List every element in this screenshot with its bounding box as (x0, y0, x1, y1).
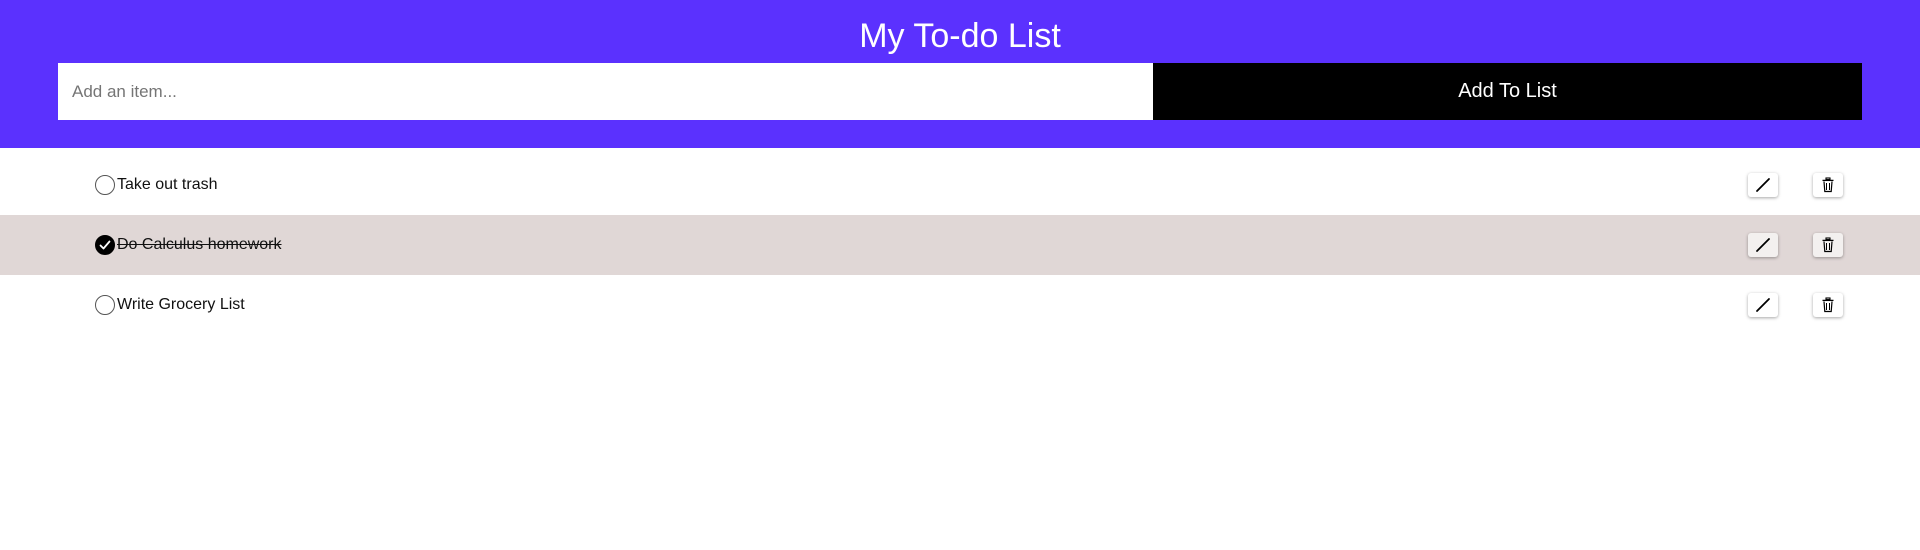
pencil-icon (1756, 178, 1770, 192)
trash-icon (1822, 177, 1834, 193)
todo-item-text: Take out trash (117, 176, 218, 193)
edit-button[interactable] (1748, 233, 1778, 257)
todo-item: Do Calculus homework (0, 215, 1920, 275)
checkmark-icon (99, 240, 111, 250)
edit-button[interactable] (1748, 173, 1778, 197)
edit-button[interactable] (1748, 293, 1778, 317)
app-header: My To-do List Add To List (0, 0, 1920, 148)
add-item-form: Add To List (58, 63, 1862, 120)
add-item-input[interactable] (58, 63, 1153, 120)
delete-button[interactable] (1813, 233, 1843, 257)
todo-item: Write Grocery List (0, 275, 1920, 335)
delete-button[interactable] (1813, 293, 1843, 317)
complete-toggle[interactable] (95, 235, 115, 255)
pencil-icon (1756, 238, 1770, 252)
delete-button[interactable] (1813, 173, 1843, 197)
trash-icon (1822, 297, 1834, 313)
page-title: My To-do List (859, 17, 1061, 55)
trash-icon (1822, 237, 1834, 253)
complete-toggle[interactable] (95, 295, 115, 315)
todo-item-text: Write Grocery List (117, 296, 245, 313)
complete-toggle[interactable] (95, 175, 115, 195)
todo-item: Take out trash (0, 155, 1920, 215)
add-to-list-button[interactable]: Add To List (1153, 63, 1862, 120)
pencil-icon (1756, 298, 1770, 312)
todo-item-text: Do Calculus homework (117, 236, 282, 253)
todo-list: Take out trash Do Calculus homework Writ… (0, 155, 1920, 335)
